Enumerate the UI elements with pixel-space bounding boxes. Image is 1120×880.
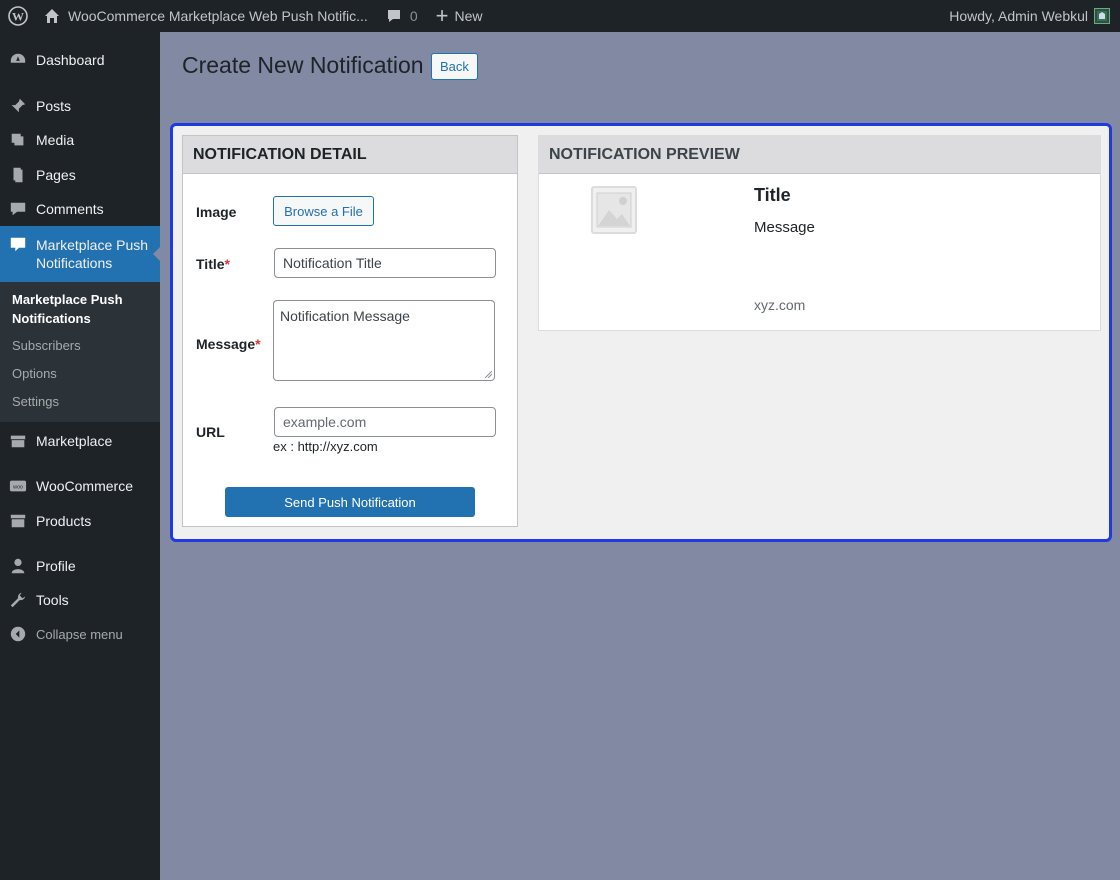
store-icon <box>0 432 36 450</box>
sidebar-item-dashboard[interactable]: Dashboard <box>0 43 160 77</box>
comments-count: 0 <box>409 8 418 24</box>
comments-icon <box>0 200 36 218</box>
browse-file-button[interactable]: Browse a File <box>273 196 374 226</box>
notification-preview-panel: NOTIFICATION PREVIEW Title Message xyz.c… <box>538 135 1101 331</box>
submenu-item-subscribers[interactable]: Subscribers <box>12 338 81 353</box>
wrench-icon <box>0 591 36 609</box>
sidebar-item-label: Comments <box>36 201 104 217</box>
plus-icon: + <box>435 3 449 28</box>
sidebar-item-pages[interactable]: Pages <box>0 158 160 192</box>
preview-message: Message <box>754 219 815 236</box>
pages-icon <box>0 166 36 184</box>
sidebar-item-label: WooCommerce <box>36 478 133 494</box>
sidebar-item-profile[interactable]: Profile <box>0 549 160 583</box>
notification-detail-heading: NOTIFICATION DETAIL <box>183 136 517 174</box>
admin-bar: W WooCommerce Marketplace Web Push Notif… <box>0 0 1120 32</box>
svg-text:woo: woo <box>12 484 23 490</box>
sidebar-item-marketplace[interactable]: Marketplace <box>0 424 160 458</box>
title-input[interactable]: Notification Title <box>274 248 496 278</box>
sidebar-item-media[interactable]: Media <box>0 123 160 157</box>
submenu: Marketplace Push Notifications Subscribe… <box>0 282 160 422</box>
image-placeholder-icon <box>591 186 637 234</box>
wordpress-logo-icon[interactable]: W <box>0 0 36 32</box>
sidebar-item-label: Marketplace Push Notifications <box>36 237 149 271</box>
send-push-notification-button[interactable]: Send Push Notification <box>225 487 475 517</box>
site-name-link[interactable]: WooCommerce Marketplace Web Push Notific… <box>36 0 376 32</box>
preview-title: Title <box>754 185 791 205</box>
notification-preview-heading: NOTIFICATION PREVIEW <box>539 136 1100 174</box>
submenu-item-options[interactable]: Options <box>12 366 57 381</box>
woo-icon: woo <box>0 477 36 495</box>
media-icon <box>0 131 36 149</box>
sidebar-item-posts[interactable]: Posts <box>0 89 160 123</box>
url-hint: ex : http://xyz.com <box>273 439 378 454</box>
dashboard-icon <box>0 51 36 69</box>
notification-detail-panel: NOTIFICATION DETAIL Image Browse a File … <box>182 135 518 527</box>
url-label: URL <box>196 424 225 440</box>
required-mark: * <box>255 336 261 352</box>
comment-icon <box>387 10 400 22</box>
collapse-arrow-icon <box>0 625 36 643</box>
user-icon <box>0 557 36 575</box>
new-label: New <box>454 8 483 24</box>
submenu-item-marketplace-push-notifications[interactable]: Marketplace Push Notifications <box>12 290 152 328</box>
comments-link[interactable]: 0 <box>376 0 428 32</box>
title-placeholder: Notification Title <box>283 255 382 271</box>
new-content-link[interactable]: + New <box>428 0 491 32</box>
sidebar-item-label: Posts <box>36 98 72 114</box>
site-name: WooCommerce Marketplace Web Push Notific… <box>68 8 368 24</box>
pin-icon <box>0 97 36 115</box>
collapse-menu-label: Collapse menu <box>36 626 123 642</box>
sidebar-item-products[interactable]: Products <box>0 504 160 538</box>
avatar <box>1094 8 1110 24</box>
title-label-text: Title <box>196 256 225 272</box>
message-textarea[interactable]: Notification Message <box>273 300 495 381</box>
sidebar-item-label: Dashboard <box>36 52 105 68</box>
title-label: Title* <box>196 256 230 272</box>
sidebar-item-label: Media <box>36 132 75 148</box>
sidebar-item-comments[interactable]: Comments <box>0 192 160 226</box>
url-input[interactable]: example.com <box>274 407 496 437</box>
preview-url: xyz.com <box>754 297 806 313</box>
resize-handle-icon[interactable] <box>485 371 492 378</box>
sidebar-item-label: Pages <box>36 167 76 183</box>
main-content: Create New Notification Back NOTIFICATIO… <box>160 32 1120 880</box>
sidebar-item-label: Products <box>36 513 92 529</box>
archive-icon <box>0 512 36 530</box>
home-icon <box>45 9 59 23</box>
collapse-menu-button[interactable]: Collapse menu <box>0 617 160 651</box>
my-account-link[interactable]: Howdy, Admin Webkul <box>949 0 1120 32</box>
page-title: Create New Notification <box>182 52 424 78</box>
message-label-text: Message <box>196 336 256 352</box>
sidebar-item-woocommerce[interactable]: woo WooCommerce <box>0 469 160 503</box>
sidebar-item-label: Profile <box>36 558 76 574</box>
image-label: Image <box>196 204 237 220</box>
message-placeholder: Notification Message <box>280 308 410 324</box>
admin-sidebar: Dashboard Posts Media Pages Comments Mar… <box>0 32 161 880</box>
megaphone-icon <box>0 226 36 254</box>
back-button[interactable]: Back <box>431 53 478 80</box>
sidebar-item-label: Marketplace <box>36 433 113 449</box>
submenu-item-settings[interactable]: Settings <box>12 394 59 409</box>
message-label: Message* <box>196 336 261 352</box>
svg-text:W: W <box>12 10 24 24</box>
sidebar-item-label: Tools <box>36 592 69 608</box>
url-placeholder: example.com <box>283 414 367 430</box>
howdy-text: Howdy, Admin Webkul <box>949 8 1088 24</box>
required-mark: * <box>224 256 230 272</box>
sidebar-item-marketplace-push-notifications[interactable]: Marketplace Push Notifications <box>0 226 161 282</box>
sidebar-item-tools[interactable]: Tools <box>0 583 160 617</box>
